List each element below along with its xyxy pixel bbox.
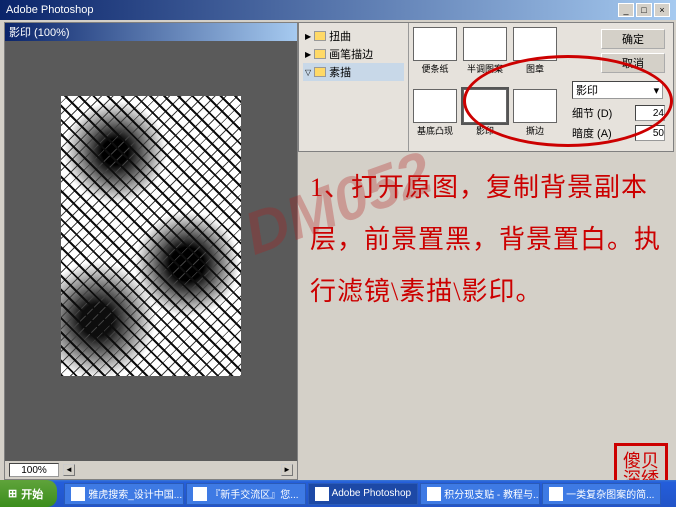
taskbar-item[interactable]: 雅虎搜索_设计中国... xyxy=(64,483,184,505)
taskbar-item[interactable]: 『新手交流区』您... xyxy=(186,483,305,505)
folder-icon xyxy=(314,49,326,59)
app-icon xyxy=(427,487,441,501)
taskbar-item[interactable]: 积分现支贴 - 教程与... xyxy=(420,483,540,505)
app-title: Adobe Photoshop xyxy=(6,4,93,16)
filter-thumb[interactable]: 撕边 xyxy=(513,89,557,147)
instruction-text: 1、打开原图，复制背景副本层，前景置黑，背景置白。执行滤镜\素描\影印。 xyxy=(310,162,668,318)
zoom-input[interactable] xyxy=(9,463,59,477)
filter-category[interactable]: ▽素描 xyxy=(303,63,404,81)
folder-icon xyxy=(314,31,326,41)
zoom-left-icon[interactable]: ◄ xyxy=(63,464,75,476)
ok-button[interactable]: 确定 xyxy=(601,29,665,49)
taskbar-item[interactable]: Adobe Photoshop xyxy=(308,483,419,505)
filter-settings: 确定 取消 影印▾ 细节 (D) 暗度 (A) xyxy=(564,23,673,151)
filter-category[interactable]: ▶画笔描边 xyxy=(303,45,404,63)
detail-param: 细节 (D) xyxy=(572,105,665,121)
filter-thumb[interactable]: 图章 xyxy=(513,27,557,85)
app-icon xyxy=(71,487,85,501)
darkness-param: 暗度 (A) xyxy=(572,125,665,141)
start-button[interactable]: ⊞ 开始 xyxy=(0,480,57,507)
detail-input[interactable] xyxy=(635,105,665,121)
filter-category-list[interactable]: ▶扭曲 ▶画笔描边 ▽素描 xyxy=(299,23,409,151)
canvas-area[interactable] xyxy=(5,41,297,461)
zoom-right-icon[interactable]: ► xyxy=(281,464,293,476)
document-window: 影印 (100%) ◄ ► xyxy=(4,22,298,480)
filter-name-dropdown[interactable]: 影印▾ xyxy=(572,81,663,99)
filter-thumb[interactable]: 影印 xyxy=(463,89,507,147)
document-title: 影印 (100%) xyxy=(5,23,297,41)
expand-icon: ▶ xyxy=(305,32,311,41)
filter-gallery-panel: ▶扭曲 ▶画笔描边 ▽素描 便条纸 半调图案 图章 基底凸现 影印 撕边 确定 … xyxy=(298,22,674,152)
taskbar[interactable]: ⊞ 开始 雅虎搜索_设计中国... 『新手交流区』您... Adobe Phot… xyxy=(0,480,676,507)
minimize-button[interactable]: _ xyxy=(618,3,634,17)
chevron-down-icon: ▾ xyxy=(654,84,660,97)
darkness-input[interactable] xyxy=(635,125,665,141)
app-icon xyxy=(315,487,329,501)
app-title-bar: Adobe Photoshop _ □ × xyxy=(0,0,676,20)
folder-icon xyxy=(314,67,326,77)
zoom-bar: ◄ ► xyxy=(5,461,297,479)
app-icon xyxy=(193,487,207,501)
collapse-icon: ▽ xyxy=(305,68,311,77)
filter-thumb[interactable]: 基底凸现 xyxy=(413,89,457,147)
cancel-button[interactable]: 取消 xyxy=(601,53,665,73)
filter-thumbnails: 便条纸 半调图案 图章 基底凸现 影印 撕边 xyxy=(409,23,564,151)
close-button[interactable]: × xyxy=(654,3,670,17)
filter-thumb[interactable]: 半调图案 xyxy=(463,27,507,85)
image-content xyxy=(61,96,241,376)
filter-category[interactable]: ▶扭曲 xyxy=(303,27,404,45)
canvas[interactable] xyxy=(61,96,241,376)
maximize-button[interactable]: □ xyxy=(636,3,652,17)
expand-icon: ▶ xyxy=(305,50,311,59)
filter-thumb[interactable]: 便条纸 xyxy=(413,27,457,85)
windows-icon: ⊞ xyxy=(8,487,17,500)
app-icon xyxy=(549,487,563,501)
taskbar-item[interactable]: 一类复杂图案的简... xyxy=(542,483,661,505)
